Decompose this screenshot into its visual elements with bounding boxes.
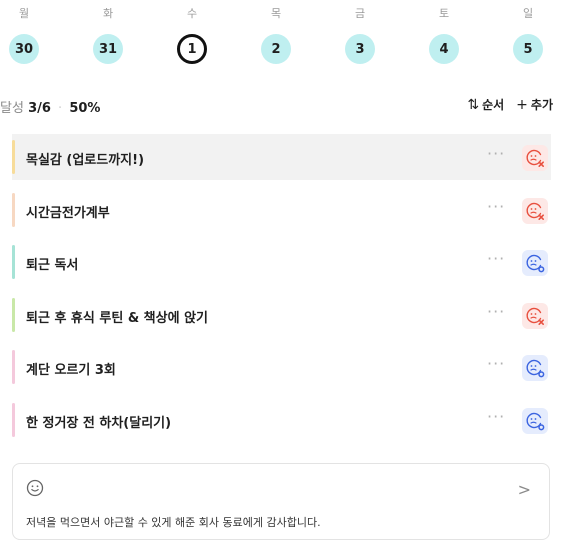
day-of-week-label: 월	[18, 7, 30, 20]
task-color-bar	[12, 245, 15, 279]
add-label: 추가	[530, 98, 553, 112]
day-column[interactable]: 토4	[424, 0, 464, 70]
task-row[interactable]: 목실감 (업로드까지!) ···	[12, 134, 551, 180]
task-color-bar	[12, 402, 15, 437]
gratitude-card[interactable]: > 저녁을 먹으면서 야근할 수 있게 해준 회사 동료에게 감사합니다.	[12, 463, 550, 540]
date-circle[interactable]: 5	[513, 34, 543, 64]
task-title: 시간금전가계부	[26, 205, 110, 221]
more-options-icon[interactable]: ···	[487, 302, 505, 321]
status-pending-icon[interactable]	[522, 355, 548, 381]
task-color-bar	[12, 297, 15, 332]
order-button[interactable]: ⇅ 순서	[467, 96, 504, 113]
more-options-icon[interactable]: ···	[487, 144, 505, 163]
day-column[interactable]: 일5	[508, 0, 548, 70]
add-button[interactable]: + 추가	[516, 96, 553, 113]
date-circle[interactable]: 31	[93, 34, 123, 64]
status-failed-icon[interactable]	[522, 145, 548, 171]
gratitude-text: 저녁을 먹으면서 야근할 수 있게 해준 회사 동료에게 감사합니다.	[26, 516, 321, 529]
day-column[interactable]: 월 30	[4, 0, 44, 70]
status-failed-icon[interactable]	[522, 302, 548, 329]
task-color-bar	[12, 192, 15, 227]
week-strip: 월 30 화 31 수 1 목 2 금 3 토 4 일 5	[0, 0, 561, 70]
task-row[interactable]: 퇴근 독서 ···	[12, 239, 551, 285]
day-column[interactable]: 화 31	[88, 0, 128, 70]
progress-count: 3/6	[28, 101, 51, 116]
task-title: 퇴근 독서	[26, 258, 79, 273]
task-row[interactable]: 시간금전가계부 ···	[12, 186, 551, 233]
date-circle[interactable]: 3	[345, 34, 375, 64]
task-color-bar	[12, 140, 15, 174]
day-column[interactable]: 금3	[340, 0, 380, 70]
date-circle-today[interactable]: 1	[177, 34, 207, 64]
progress-prefix: 달성	[0, 101, 24, 116]
day-of-week-label: 목	[270, 7, 282, 20]
plus-icon: +	[516, 96, 528, 113]
date-circle[interactable]: 30	[9, 34, 39, 64]
date-circle[interactable]: 4	[429, 34, 459, 64]
list-actions: ⇅ 순서 + 추가	[467, 96, 553, 113]
status-pending-icon[interactable]	[522, 407, 548, 434]
progress-separator: ·	[58, 101, 63, 116]
progress-summary: 달성 3/6 · 50%	[0, 97, 100, 116]
chevron-right-icon[interactable]: >	[518, 480, 531, 499]
task-row[interactable]: 퇴근 후 휴식 루틴 & 책상에 앉기 ···	[12, 291, 551, 338]
day-of-week-label: 토	[438, 7, 450, 20]
task-color-bar	[12, 350, 15, 384]
smile-icon	[26, 479, 44, 501]
more-options-icon[interactable]: ···	[487, 249, 505, 268]
task-row[interactable]: 계단 오르기 3회 ···	[12, 344, 551, 390]
day-column[interactable]: 수1	[172, 0, 212, 70]
status-pending-icon[interactable]	[522, 250, 548, 276]
more-options-icon[interactable]: ···	[487, 407, 505, 426]
task-title: 목실감 (업로드까지!)	[26, 153, 145, 168]
order-label: 순서	[482, 98, 505, 112]
progress-percent: 50%	[69, 101, 101, 116]
task-title: 퇴근 후 휴식 루틴 & 책상에 앉기	[26, 310, 209, 326]
sort-arrows-icon: ⇅	[467, 96, 480, 113]
status-failed-icon[interactable]	[522, 197, 548, 224]
more-options-icon[interactable]: ···	[487, 354, 505, 373]
day-of-week-label: 금	[354, 7, 366, 20]
task-title: 한 정거장 전 하차(달리기)	[26, 415, 172, 431]
progress-row: 달성 3/6 · 50% ⇅ 순서 + 추가	[0, 96, 561, 117]
day-of-week-label: 일	[522, 7, 534, 20]
more-options-icon[interactable]: ···	[487, 197, 505, 216]
date-circle[interactable]: 2	[261, 34, 291, 64]
task-row[interactable]: 한 정거장 전 하차(달리기) ···	[12, 396, 551, 443]
day-of-week-label: 수	[186, 7, 198, 20]
day-of-week-label: 화	[102, 7, 114, 20]
task-title: 계단 오르기 3회	[26, 363, 116, 378]
day-column[interactable]: 목2	[256, 0, 296, 70]
